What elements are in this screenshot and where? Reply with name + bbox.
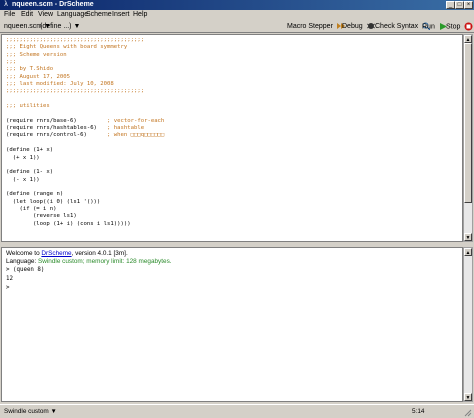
welcome-line: Welcome to DrScheme, version 4.0.1 [3m].: [6, 250, 128, 258]
source-code: ;;;;;;;;;;;;;;;;;;;;;;;;;;;;;;;;;;;;;;;;…: [2, 35, 462, 230]
repl-prompt[interactable]: >: [6, 284, 10, 292]
menu-scheme[interactable]: Scheme: [86, 11, 112, 19]
maximize-button[interactable]: □: [455, 1, 464, 9]
code-line: ;;; Scheme version: [6, 51, 67, 58]
code-line: (require rnrs/hashtables-6) ; hashtable: [6, 125, 145, 132]
code-line: ;;; by T.Shido: [6, 66, 54, 73]
resize-grip-icon[interactable]: [463, 408, 472, 417]
code-line: (require rnrs/control-6) ; when □□□q□□□□…: [6, 132, 165, 139]
repl-scroll-up-icon[interactable]: ▲: [464, 248, 472, 256]
code-comment: ; hashtable: [96, 125, 145, 132]
debug-button[interactable]: Debug: [342, 22, 375, 31]
debug-label: Debug: [342, 23, 363, 30]
code-line: ;;; last modified: July 10, 2008: [6, 81, 114, 88]
menu-language[interactable]: Language: [57, 11, 88, 19]
run-button[interactable]: Run: [422, 22, 448, 31]
drscheme-link[interactable]: DrScheme: [41, 250, 71, 257]
code-line: (define (1- x): [6, 169, 54, 176]
menu-edit[interactable]: Edit: [21, 11, 33, 19]
scroll-down-icon[interactable]: ▼: [464, 233, 472, 241]
stop-icon: [464, 22, 473, 31]
code-comment: ; vector-for-each: [76, 117, 165, 124]
menu-bar: File Edit View Language Scheme Insert He…: [0, 10, 474, 20]
app-icon: λ: [4, 1, 8, 8]
repl-scrollbar[interactable]: ▲ ▼: [463, 247, 473, 402]
code-line: ;;; Eight Queens with board symmetry: [6, 44, 128, 51]
macro-stepper-button[interactable]: Macro Stepper: [287, 22, 345, 31]
code-line: (if (= i n): [6, 205, 57, 212]
status-bar: Swindle custom ▼ 5:14: [0, 404, 474, 418]
cursor-position: 5:14: [412, 408, 425, 415]
repl-input-line: > (queen 8): [6, 267, 45, 273]
code-line: ;;;;;;;;;;;;;;;;;;;;;;;;;;;;;;;;;;;;;;;;…: [6, 37, 145, 43]
code-line: (define (1+ x): [6, 147, 54, 154]
language-value: Swindle custom; memory limit: 128 megaby…: [38, 258, 172, 265]
macro-stepper-label: Macro Stepper: [287, 23, 333, 30]
welcome-prefix: Welcome to: [6, 250, 42, 257]
code-line: ;;;: [6, 59, 17, 66]
run-label: Run: [422, 23, 435, 31]
define-dropdown[interactable]: (define ...) ▼: [40, 22, 80, 31]
check-syntax-label: Check Syntax: [375, 23, 419, 30]
code-line: (require rnrs/base-6) ; vector-for-each: [6, 117, 165, 124]
code-line: ;;; August 17, 2005: [6, 73, 70, 80]
menu-file[interactable]: File: [4, 11, 15, 19]
repl-scroll-down-icon[interactable]: ▼: [464, 393, 472, 401]
code-line: (loop (1+ i) (cons i ls1))))): [6, 220, 131, 227]
code-line: (- x 1)): [6, 176, 40, 183]
welcome-suffix: , version 4.0.1 [3m].: [71, 250, 128, 257]
language-line: Language: Swindle custom; memory limit: …: [6, 258, 172, 266]
scroll-thumb[interactable]: [464, 43, 472, 203]
code-line: ;;; utilities: [6, 103, 50, 110]
code-line: (define (range n): [6, 191, 64, 198]
code-line: ;;;;;;;;;;;;;;;;;;;;;;;;;;;;;;;;;;;;;;;;…: [6, 88, 145, 95]
title-bar: λ nqueen.scm - DrScheme _ □ ×: [0, 0, 474, 10]
repl-result: 12: [6, 276, 13, 282]
code-line: (let loop((i 0) (ls1 '())): [6, 198, 101, 205]
scroll-up-icon[interactable]: ▲: [464, 35, 472, 43]
definitions-editor[interactable]: ;;;;;;;;;;;;;;;;;;;;;;;;;;;;;;;;;;;;;;;;…: [1, 34, 463, 242]
code-comment: ; when □□□q□□□□□□: [86, 132, 165, 139]
code-line: (reverse ls1): [6, 213, 77, 220]
editor-scrollbar[interactable]: ▲ ▼: [463, 34, 473, 242]
language-prefix: Language:: [6, 258, 38, 265]
language-selector[interactable]: Swindle custom ▼: [4, 407, 57, 416]
menu-insert[interactable]: Insert: [112, 11, 130, 19]
menu-help[interactable]: Help: [133, 11, 147, 19]
menu-view[interactable]: View: [38, 11, 53, 19]
close-button[interactable]: ×: [464, 1, 473, 9]
stop-label: Stop: [446, 23, 461, 31]
window-title: nqueen.scm - DrScheme: [12, 1, 94, 8]
debug-icon: [366, 23, 375, 30]
stop-button[interactable]: Stop: [446, 22, 473, 31]
interactions-pane[interactable]: Welcome to DrScheme, version 4.0.1 [3m].…: [1, 247, 463, 402]
toolbar: nqueen.scm ▼ (define ...) ▼ Macro Steppe…: [0, 20, 474, 33]
minimize-button[interactable]: _: [446, 1, 455, 9]
code-line: (+ x 1)): [6, 154, 40, 161]
